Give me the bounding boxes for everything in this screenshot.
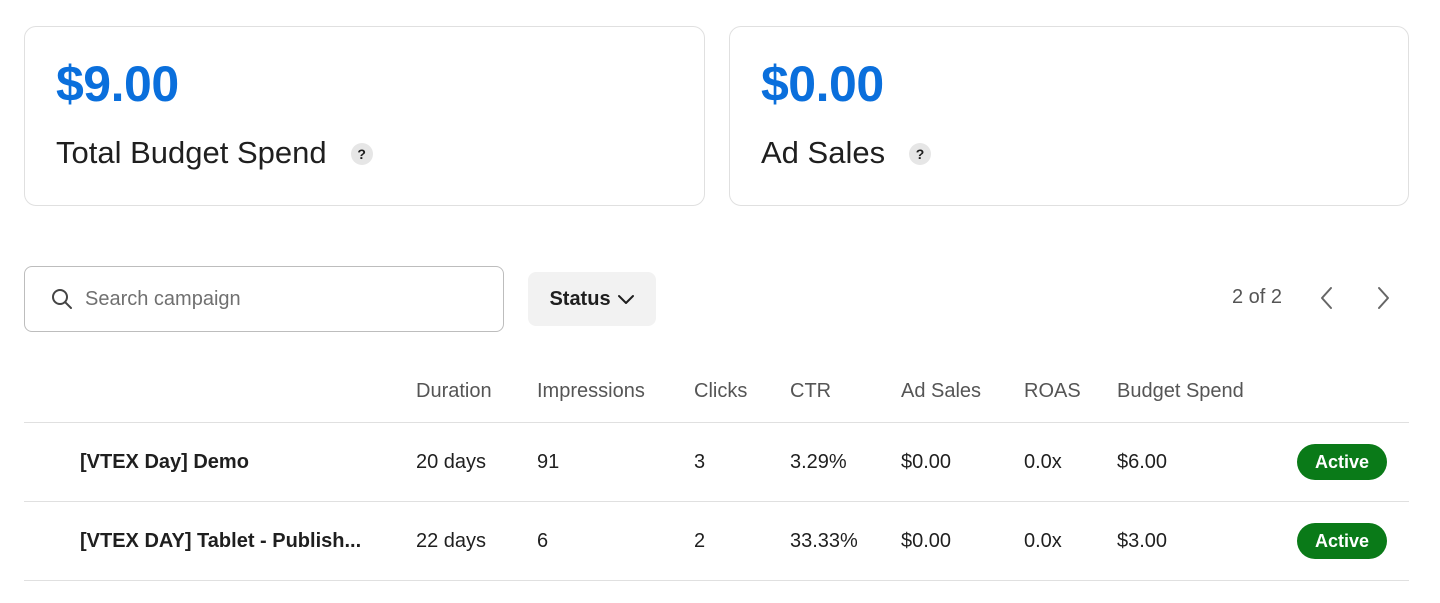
chevron-right-icon (1378, 287, 1389, 309)
campaign-table: Duration Impressions Clicks CTR Ad Sales… (24, 360, 1409, 581)
campaign-ad-sales: $0.00 (901, 529, 952, 552)
campaign-budget-spend: $6.00 (1117, 450, 1168, 473)
ad-sales-label: Ad Sales (761, 135, 886, 170)
campaign-name[interactable]: [VTEX DAY] Tablet - Publish... (80, 502, 380, 580)
search-input[interactable] (85, 287, 465, 311)
help-icon[interactable]: ? (350, 143, 373, 165)
campaign-clicks: 2 (694, 529, 706, 552)
column-header-impressions[interactable]: Impressions (537, 360, 645, 422)
table-header-row: Duration Impressions Clicks CTR Ad Sales… (24, 360, 1409, 423)
total-budget-spend-label: Total Budget Spend (56, 135, 327, 170)
campaign-roas: 0.0x (1024, 450, 1062, 473)
campaign-budget-spend: $3.00 (1117, 529, 1168, 552)
status-badge: Active (1297, 523, 1387, 559)
status-filter-button[interactable]: Status (528, 272, 656, 326)
column-header-clicks[interactable]: Clicks (694, 360, 747, 422)
campaign-clicks: 3 (694, 450, 706, 473)
campaign-name[interactable]: [VTEX Day] Demo (80, 423, 380, 501)
campaign-impressions: 6 (537, 529, 549, 552)
search-icon (52, 289, 72, 309)
search-box[interactable] (24, 266, 504, 332)
campaign-impressions: 91 (537, 450, 560, 473)
total-budget-spend-card: $9.00 Total Budget Spend ? (24, 26, 705, 206)
campaign-ad-sales: $0.00 (901, 450, 952, 473)
campaign-roas: 0.0x (1024, 529, 1062, 552)
next-page-button[interactable] (1368, 283, 1398, 313)
total-budget-spend-value: $9.00 (56, 56, 179, 112)
table-row[interactable]: [VTEX Day] Demo 20 days 91 3 3.29% $0.00… (24, 423, 1409, 502)
chevron-left-icon (1321, 287, 1332, 309)
ad-sales-value: $0.00 (761, 56, 884, 112)
previous-page-button[interactable] (1312, 283, 1342, 313)
column-header-duration[interactable]: Duration (416, 360, 492, 422)
campaign-ctr: 33.33% (790, 529, 858, 552)
help-icon[interactable]: ? (909, 143, 932, 165)
status-badge-cell: Active (1297, 502, 1387, 580)
pagination-text: 2 of 2 (1232, 286, 1283, 308)
column-header-roas[interactable]: ROAS (1024, 360, 1081, 422)
ad-sales-label-row: Ad Sales ? (761, 135, 932, 171)
status-filter-label: Status (549, 287, 611, 310)
column-header-ctr[interactable]: CTR (790, 360, 831, 422)
status-badge-cell: Active (1297, 423, 1387, 501)
chevron-down-icon (617, 295, 634, 304)
table-row[interactable]: [VTEX DAY] Tablet - Publish... 22 days 6… (24, 502, 1409, 581)
column-header-budget-spend[interactable]: Budget Spend (1117, 360, 1244, 422)
campaign-duration: 22 days (416, 529, 487, 552)
campaign-duration: 20 days (416, 450, 487, 473)
total-budget-spend-label-row: Total Budget Spend ? (56, 135, 373, 171)
column-header-ad-sales[interactable]: Ad Sales (901, 360, 981, 422)
campaign-ctr: 3.29% (790, 450, 847, 473)
ad-sales-card: $0.00 Ad Sales ? (729, 26, 1409, 206)
status-badge: Active (1297, 444, 1387, 480)
